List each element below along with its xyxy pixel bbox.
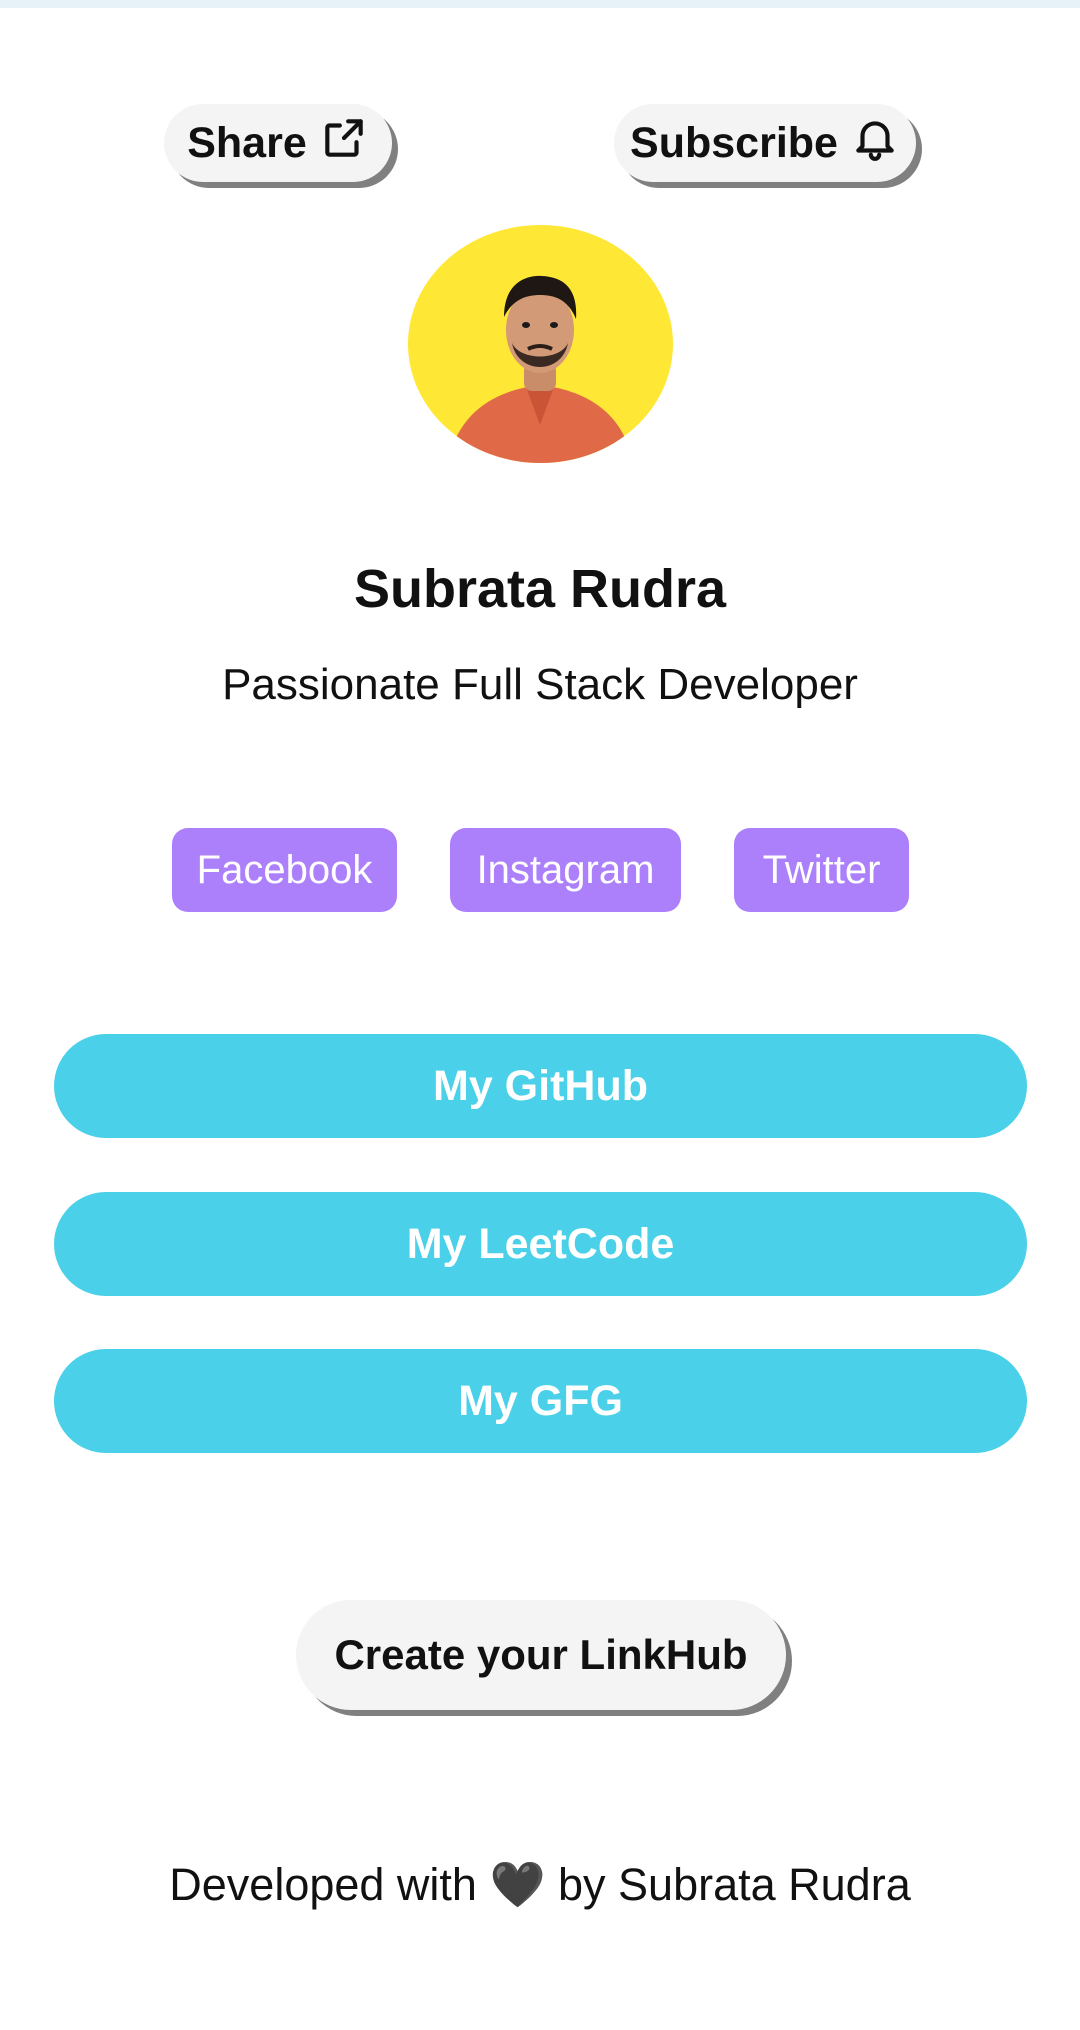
share-icon [319, 113, 369, 174]
heart-icon: 🖤 [489, 1859, 546, 1910]
share-button[interactable]: Share [164, 104, 392, 182]
footer-suffix: by Subrata Rudra [558, 1859, 911, 1910]
instagram-link[interactable]: Instagram [450, 828, 681, 912]
share-button-label: Share [187, 118, 307, 167]
gfg-link-button[interactable]: My GFG [54, 1349, 1027, 1453]
leetcode-link-button[interactable]: My LeetCode [54, 1192, 1027, 1296]
profile-tagline: Passionate Full Stack Developer [222, 660, 858, 709]
twitter-link[interactable]: Twitter [734, 828, 909, 912]
footer-prefix: Developed with [169, 1859, 477, 1910]
avatar [408, 225, 673, 463]
footer: Developed with 🖤 by Subrata Rudra [0, 1858, 1080, 1911]
github-link-button[interactable]: My GitHub [54, 1034, 1027, 1138]
bell-icon [850, 113, 900, 174]
subscribe-button[interactable]: Subscribe [614, 104, 916, 182]
subscribe-button-label: Subscribe [630, 118, 838, 167]
create-linkhub-button[interactable]: Create your LinkHub [296, 1600, 786, 1710]
top-border [0, 0, 1080, 8]
profile-name: Subrata Rudra [353, 559, 727, 619]
facebook-link[interactable]: Facebook [172, 828, 397, 912]
avatar-portrait [448, 275, 633, 463]
